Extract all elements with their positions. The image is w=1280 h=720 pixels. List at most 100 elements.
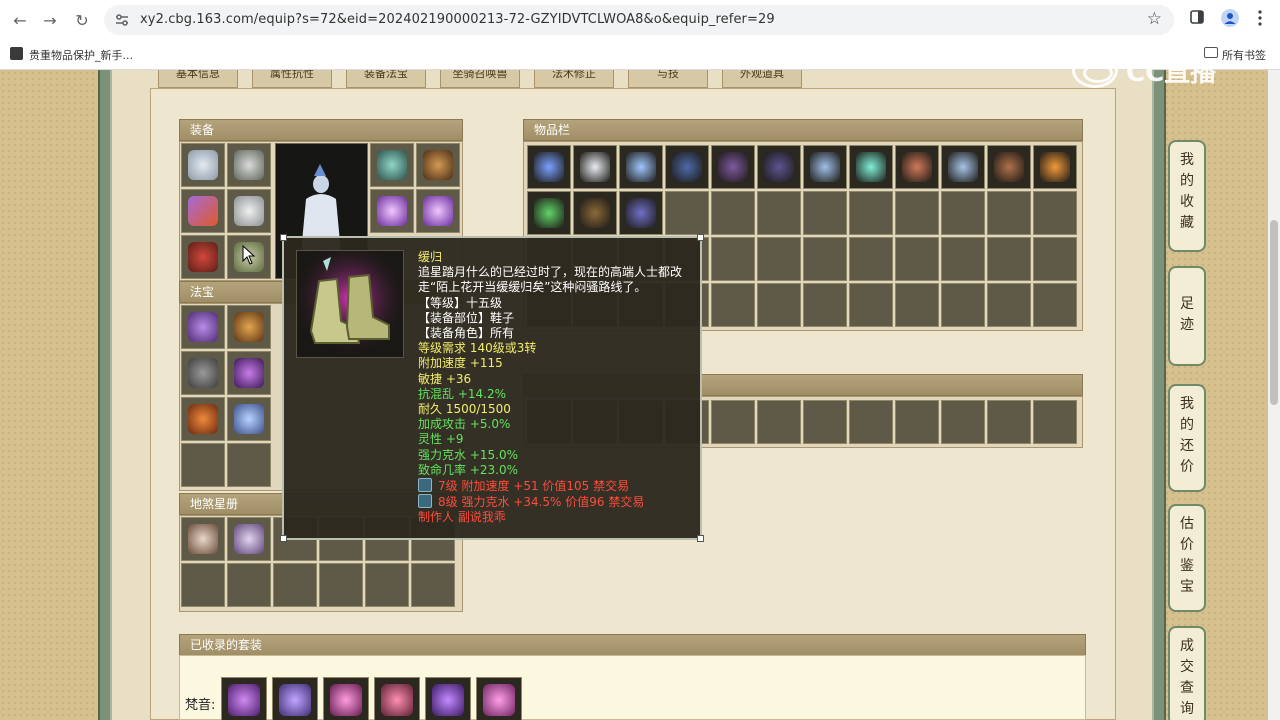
inventory-slot[interactable]: [941, 400, 985, 444]
equip-slot-necklace[interactable]: [227, 143, 271, 187]
fabao-slot[interactable]: [181, 443, 225, 487]
fabao-slot[interactable]: [181, 397, 225, 441]
inventory-slot[interactable]: [987, 191, 1031, 235]
inventory-slot[interactable]: [895, 400, 939, 444]
inventory-slot[interactable]: [527, 145, 571, 189]
inventory-slot[interactable]: [665, 191, 709, 235]
inventory-slot[interactable]: [987, 400, 1031, 444]
dijun-slot[interactable]: [411, 563, 455, 607]
inventory-slot[interactable]: [803, 145, 847, 189]
inventory-slot[interactable]: [849, 145, 893, 189]
tab-appearance[interactable]: 外观道具: [722, 70, 802, 88]
set-item[interactable]: [272, 677, 318, 720]
scrollbar-thumb[interactable]: [1270, 220, 1278, 405]
inventory-slot[interactable]: [803, 191, 847, 235]
inventory-slot[interactable]: [1033, 400, 1077, 444]
inventory-slot[interactable]: [711, 283, 755, 327]
fabao-slot[interactable]: [227, 443, 271, 487]
forward-icon[interactable]: →: [38, 8, 62, 32]
equip-slot-ring-1[interactable]: [370, 189, 414, 233]
inventory-slot[interactable]: [757, 237, 801, 281]
transaction-query-button[interactable]: 成交查询: [1168, 626, 1206, 720]
inventory-slot[interactable]: [1033, 145, 1077, 189]
appraisal-button[interactable]: 估价鉴宝: [1168, 504, 1206, 612]
inventory-slot[interactable]: [895, 283, 939, 327]
inventory-slot[interactable]: [757, 145, 801, 189]
footprint-button[interactable]: 足迹: [1168, 266, 1206, 366]
fabao-slot[interactable]: [227, 305, 271, 349]
fabao-slot[interactable]: [227, 351, 271, 395]
inventory-slot[interactable]: [711, 145, 755, 189]
dijun-slot[interactable]: [365, 563, 409, 607]
equip-slot-weapon[interactable]: [181, 189, 225, 233]
inventory-slot[interactable]: [849, 191, 893, 235]
inventory-slot[interactable]: [987, 237, 1031, 281]
inventory-slot[interactable]: [757, 191, 801, 235]
inventory-slot[interactable]: [941, 237, 985, 281]
tab-attributes[interactable]: 属性抗性: [252, 70, 332, 88]
site-info-icon[interactable]: [114, 12, 130, 28]
inventory-slot[interactable]: [619, 145, 663, 189]
inventory-slot[interactable]: [895, 237, 939, 281]
set-item[interactable]: [323, 677, 369, 720]
inventory-slot[interactable]: [1033, 191, 1077, 235]
dijun-slot[interactable]: [227, 517, 271, 561]
inventory-slot[interactable]: [895, 191, 939, 235]
my-favorites-button[interactable]: 我的收藏: [1168, 140, 1206, 252]
sidebar-icon[interactable]: [1190, 10, 1204, 24]
bookmark-star-icon[interactable]: ☆: [1147, 9, 1162, 29]
tab-skills[interactable]: 与技: [628, 70, 708, 88]
equip-slot-accessory-1[interactable]: [370, 143, 414, 187]
reload-icon[interactable]: ↻: [70, 8, 94, 32]
fabao-slot[interactable]: [181, 351, 225, 395]
set-item[interactable]: [425, 677, 471, 720]
inventory-slot[interactable]: [619, 191, 663, 235]
inventory-slot[interactable]: [711, 191, 755, 235]
inventory-slot[interactable]: [573, 191, 617, 235]
inventory-slot[interactable]: [987, 145, 1031, 189]
set-item[interactable]: [476, 677, 522, 720]
menu-dots-icon[interactable]: [1258, 10, 1262, 26]
inventory-slot[interactable]: [803, 283, 847, 327]
inventory-slot[interactable]: [711, 400, 755, 444]
inventory-slot[interactable]: [803, 400, 847, 444]
address-bar[interactable]: xy2.cbg.163.com/equip?s=72&eid=202402190…: [104, 5, 1174, 35]
tab-spells[interactable]: 法术修正: [534, 70, 614, 88]
inventory-slot[interactable]: [1033, 237, 1077, 281]
dijun-slot[interactable]: [181, 563, 225, 607]
inventory-slot[interactable]: [757, 400, 801, 444]
inventory-slot[interactable]: [849, 237, 893, 281]
equip-slot-accessory-2[interactable]: [416, 143, 460, 187]
tab-mounts[interactable]: 坐骑召唤兽: [440, 70, 520, 88]
tab-basic[interactable]: 基本信息: [158, 70, 238, 88]
dijun-slot[interactable]: [227, 563, 271, 607]
scrollbar[interactable]: [1268, 70, 1280, 720]
inventory-slot[interactable]: [803, 237, 847, 281]
inventory-slot[interactable]: [757, 283, 801, 327]
dijun-slot[interactable]: [319, 563, 363, 607]
fabao-slot[interactable]: [181, 305, 225, 349]
inventory-slot[interactable]: [849, 400, 893, 444]
profile-avatar-icon[interactable]: [1221, 9, 1239, 27]
equip-slot-head[interactable]: [181, 143, 225, 187]
inventory-slot[interactable]: [941, 283, 985, 327]
url-text[interactable]: xy2.cbg.163.com/equip?s=72&eid=202402190…: [140, 12, 775, 27]
inventory-slot[interactable]: [987, 283, 1031, 327]
inventory-slot[interactable]: [941, 191, 985, 235]
fabao-slot[interactable]: [227, 397, 271, 441]
back-icon[interactable]: ←: [8, 8, 32, 32]
equip-slot-ring-2[interactable]: [416, 189, 460, 233]
my-offers-button[interactable]: 我的还价: [1168, 384, 1206, 492]
set-item[interactable]: [374, 677, 420, 720]
inventory-slot[interactable]: [849, 283, 893, 327]
inventory-slot[interactable]: [665, 145, 709, 189]
inventory-slot[interactable]: [527, 191, 571, 235]
equip-slot-armor[interactable]: [227, 189, 271, 233]
dijun-slot[interactable]: [273, 563, 317, 607]
tab-equipment[interactable]: 装备法宝: [346, 70, 426, 88]
dijun-slot[interactable]: [181, 517, 225, 561]
inventory-slot[interactable]: [941, 145, 985, 189]
inventory-slot[interactable]: [711, 237, 755, 281]
inventory-slot[interactable]: [1033, 283, 1077, 327]
equip-slot-belt[interactable]: [181, 235, 225, 279]
